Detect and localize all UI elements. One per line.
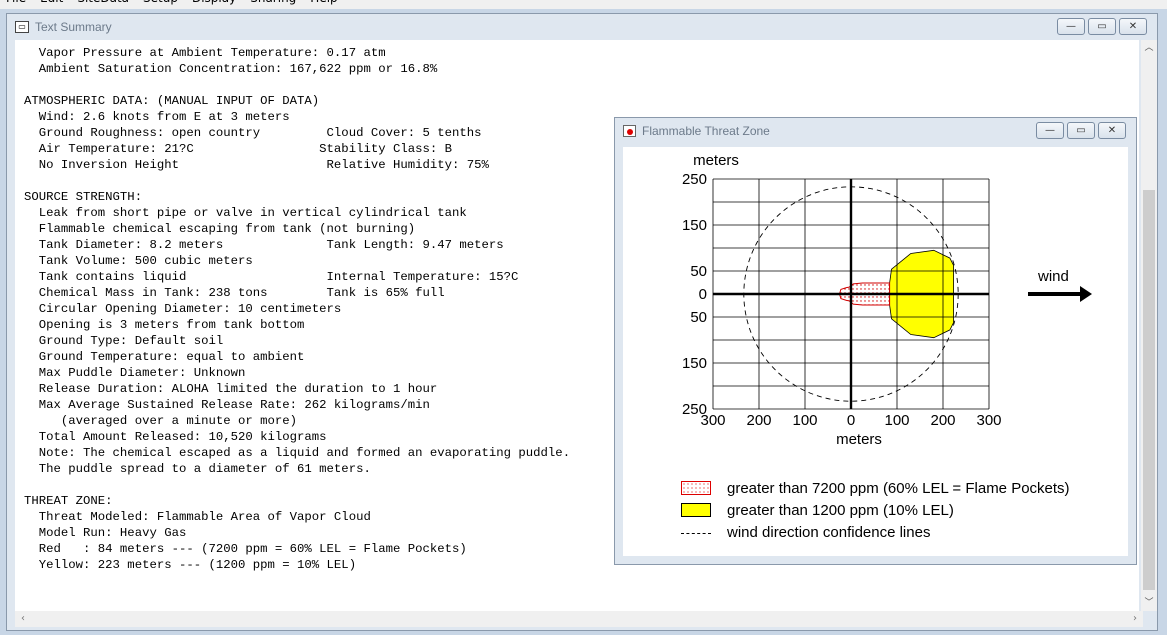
yellow-zone-swatch	[681, 503, 711, 517]
maximize-button[interactable]: ▭	[1067, 122, 1095, 139]
minimize-button[interactable]: —	[1036, 122, 1064, 139]
y-axis-label: meters	[693, 152, 739, 169]
close-button[interactable]: ✕	[1098, 122, 1126, 139]
wind-arrow-icon	[1028, 286, 1092, 302]
x-tick-label: 300	[700, 412, 725, 429]
maximize-button[interactable]: ▭	[1088, 18, 1116, 35]
window-title: Flammable Threat Zone	[642, 124, 770, 138]
horizontal-scrollbar[interactable]: ‹ ›	[15, 611, 1143, 627]
menu-item-file[interactable]: File	[6, 0, 26, 5]
close-icon: ✕	[1107, 125, 1117, 136]
maximize-icon: ▭	[1097, 21, 1107, 32]
wind-label: wind	[1038, 268, 1069, 285]
scroll-left-arrow-icon[interactable]: ‹	[15, 611, 31, 627]
y-tick-label: 150	[682, 217, 707, 234]
menu-item-display[interactable]: Display	[192, 0, 236, 5]
legend-item-red: greater than 7200 ppm (60% LEL = Flame P…	[681, 477, 1070, 499]
y-tick-label: 150	[682, 355, 707, 372]
threat-zone-plot-area: 250 150 50 0 50 150 250 300 200 100 0 100 200 300 mete…	[623, 147, 1128, 556]
scroll-right-arrow-icon[interactable]: ›	[1127, 611, 1143, 627]
close-icon: ✕	[1128, 21, 1138, 32]
x-axis-label: meters	[836, 431, 882, 448]
threat-zone-window: Flammable Threat Zone — ▭ ✕ 250 150 50 0 50 1…	[614, 117, 1137, 565]
minimize-icon: —	[1045, 125, 1055, 136]
vertical-scrollbar[interactable]: ︿ ﹀	[1141, 40, 1157, 611]
scroll-down-arrow-icon[interactable]: ﹀	[1141, 595, 1157, 611]
menu-item-help[interactable]: Help	[310, 0, 337, 5]
menu-item-sitedata[interactable]: SiteData	[77, 0, 129, 5]
dashed-line-swatch	[681, 532, 711, 534]
legend-label-red: greater than 7200 ppm (60% LEL = Flame P…	[727, 479, 1070, 497]
legend-label-dashed: wind direction confidence lines	[727, 523, 931, 541]
x-tick-label: 100	[884, 412, 909, 429]
x-tick-label: 200	[930, 412, 955, 429]
y-tick-label: 50	[690, 309, 707, 326]
scroll-up-arrow-icon[interactable]: ︿	[1141, 40, 1157, 56]
scroll-thumb[interactable]	[1143, 190, 1155, 590]
minimize-button[interactable]: —	[1057, 18, 1085, 35]
maximize-icon: ▭	[1076, 125, 1086, 136]
menu-bar: File Edit SiteData Setup Display Sharing Help	[0, 0, 1167, 9]
legend-label-yellow: greater than 1200 ppm (10% LEL)	[727, 501, 954, 519]
y-tick-label: 250	[682, 171, 707, 188]
menu-item-edit[interactable]: Edit	[40, 0, 63, 5]
x-tick-label: 100	[792, 412, 817, 429]
x-tick-label: 300	[976, 412, 1001, 429]
threat-legend: greater than 7200 ppm (60% LEL = Flame P…	[681, 477, 1070, 543]
threat-zone-icon	[623, 125, 636, 137]
menu-item-sharing[interactable]: Sharing	[250, 0, 296, 5]
menu-item-setup[interactable]: Setup	[143, 0, 178, 5]
legend-item-dashed: wind direction confidence lines	[681, 521, 1070, 543]
y-tick-label: 0	[699, 286, 707, 303]
window-title: Text Summary	[35, 20, 112, 34]
threat-zone-titlebar[interactable]: Flammable Threat Zone — ▭ ✕	[615, 118, 1136, 144]
y-tick-label: 50	[690, 263, 707, 280]
x-tick-label: 0	[847, 412, 855, 429]
text-summary-titlebar[interactable]: ▭ Text Summary — ▭ ✕	[7, 14, 1157, 40]
close-button[interactable]: ✕	[1119, 18, 1147, 35]
x-tick-label: 200	[746, 412, 771, 429]
legend-item-yellow: greater than 1200 ppm (10% LEL)	[681, 499, 1070, 521]
minimize-icon: —	[1066, 21, 1076, 32]
threat-zone-chart: 25015050050150250300 200 100 0 100 200 300mete…	[682, 152, 1002, 448]
text-document-icon: ▭	[15, 21, 29, 33]
red-zone-swatch	[681, 481, 711, 495]
